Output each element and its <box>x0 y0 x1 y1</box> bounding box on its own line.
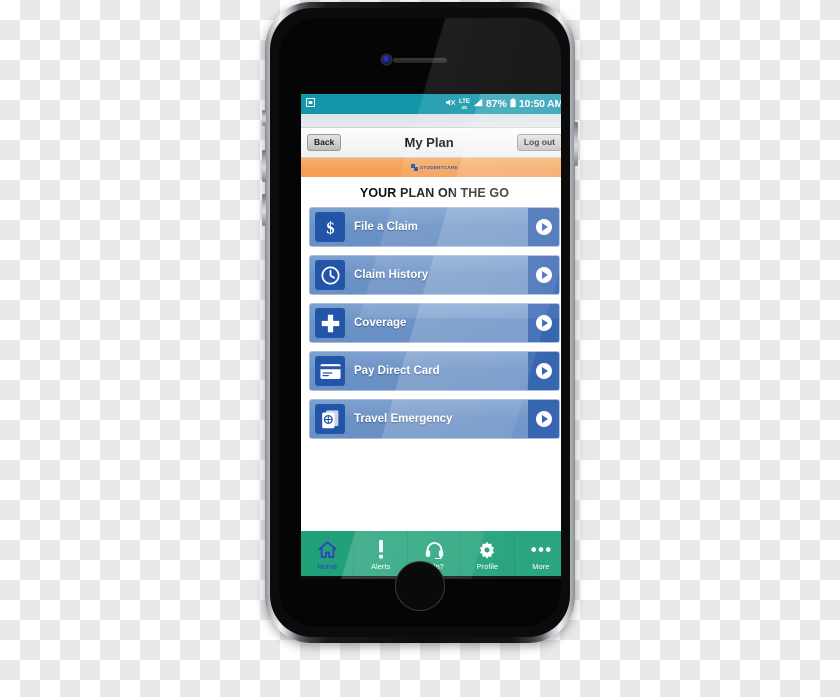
home-button[interactable] <box>395 561 445 611</box>
chevron-right-circle-icon[interactable] <box>528 352 559 390</box>
back-button[interactable]: Back <box>307 134 342 151</box>
tab-home[interactable]: Home <box>301 531 355 579</box>
gear-icon <box>478 540 496 560</box>
credit-card-icon <box>315 356 345 386</box>
menu-item-label: Pay Direct Card <box>354 365 440 377</box>
status-bar: LTE 4G 87% 10:50 AM <box>301 94 561 114</box>
tab-more[interactable]: More <box>515 531 561 579</box>
smartphone-device: LTE 4G 87% 10:50 AM Back My Plan Log out… <box>262 2 578 643</box>
plan-menu-list: $ File a Claim Claim History Coverage Pa… <box>301 207 561 439</box>
brand-banner: STUDENTCARE <box>301 158 561 177</box>
menu-item-file-a-claim[interactable]: $ File a Claim <box>309 207 560 247</box>
power-button[interactable] <box>574 122 578 166</box>
tab-label: Profile <box>476 561 499 571</box>
exclamation-icon <box>377 540 385 560</box>
home-icon <box>318 540 337 560</box>
brand-wordmark: STUDENTCARE <box>419 165 458 170</box>
phone-inner-frame: LTE 4G 87% 10:50 AM Back My Plan Log out… <box>270 8 570 637</box>
volume-up-button[interactable] <box>262 150 266 182</box>
phone-front-glass: LTE 4G 87% 10:50 AM Back My Plan Log out… <box>279 18 561 627</box>
chevron-right-circle-icon[interactable] <box>528 256 559 294</box>
tab-profile[interactable]: Profile <box>461 531 515 579</box>
tab-label: Home <box>317 561 338 571</box>
menu-item-label: Coverage <box>354 317 407 329</box>
logout-button[interactable]: Log out <box>516 134 561 151</box>
screenshot-icon <box>305 97 316 110</box>
menu-item-label: Claim History <box>354 269 429 281</box>
front-camera-icon <box>382 55 391 64</box>
clock-icon <box>315 260 345 290</box>
menu-item-claim-history[interactable]: Claim History <box>309 255 560 295</box>
dollar-sign-icon: $ <box>315 212 345 242</box>
status-divider-strip <box>301 114 561 128</box>
chevron-right-circle-icon[interactable] <box>528 208 559 246</box>
status-bar-clock: 10:50 AM <box>518 98 561 110</box>
lte-indicator-icon: LTE 4G <box>458 98 470 110</box>
menu-item-label: File a Claim <box>354 221 418 233</box>
chevron-right-circle-icon[interactable] <box>528 304 559 342</box>
battery-percent-label: 87% <box>485 98 507 110</box>
app-header: Back My Plan Log out <box>301 128 561 158</box>
battery-icon <box>510 98 516 111</box>
tab-label: More <box>532 561 550 571</box>
headset-icon <box>425 540 444 560</box>
page-title: My Plan <box>404 135 454 150</box>
passport-icon <box>315 404 345 434</box>
app-screen: LTE 4G 87% 10:50 AM Back My Plan Log out… <box>301 94 561 579</box>
volume-down-button[interactable] <box>262 194 266 226</box>
section-heading: YOUR PLAN ON THE GO <box>359 186 510 200</box>
earpiece-speaker <box>393 58 447 63</box>
chevron-right-circle-icon[interactable] <box>528 400 559 438</box>
studentcare-logo-icon <box>410 164 418 171</box>
menu-item-label: Travel Emergency <box>354 413 453 425</box>
silent-switch-button[interactable] <box>262 110 266 126</box>
menu-item-pay-direct-card[interactable]: Pay Direct Card <box>309 351 560 391</box>
medical-cross-icon <box>315 308 345 338</box>
speaker-mute-icon <box>445 98 456 110</box>
tab-label: Alerts <box>371 561 391 571</box>
svg-text:$: $ <box>326 218 334 236</box>
menu-item-travel-emergency[interactable]: Travel Emergency <box>309 399 560 439</box>
ellipsis-icon <box>531 540 551 560</box>
signal-bars-icon <box>473 98 483 110</box>
menu-item-coverage[interactable]: Coverage <box>309 303 560 343</box>
